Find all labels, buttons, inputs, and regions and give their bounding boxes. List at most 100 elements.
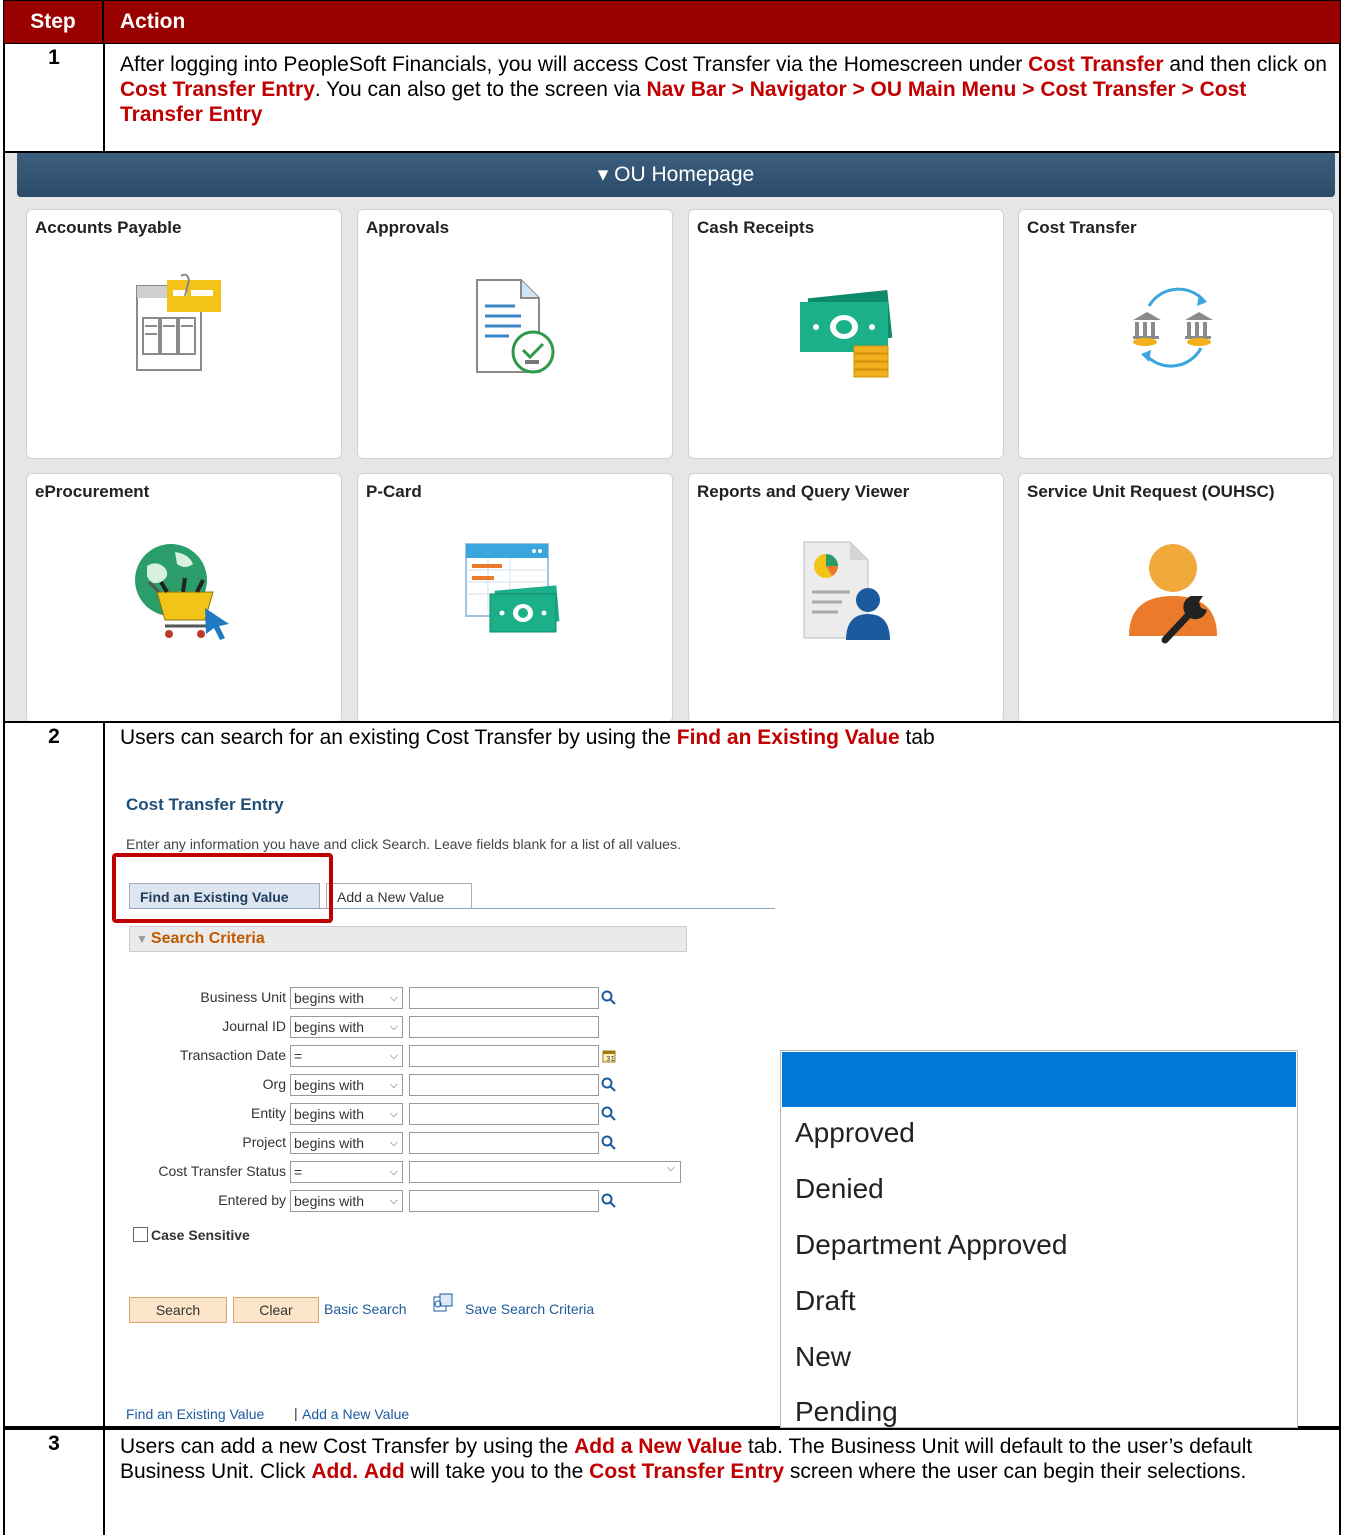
lookup-icon[interactable] <box>601 990 617 1006</box>
tile-title: eProcurement <box>35 482 150 501</box>
lookup-icon[interactable] <box>601 1135 617 1151</box>
person-wrench-icon <box>1129 544 1217 644</box>
business-unit-input[interactable] <box>409 987 599 1009</box>
tile-title: Service Unit Request (OUHSC) <box>1027 482 1275 501</box>
tile-title: Reports and Query Viewer <box>697 482 910 501</box>
chevron-down-icon: ⌵ <box>389 1108 398 1120</box>
status-dropdown-list[interactable]: Approved Denied Department Approved Draf… <box>780 1050 1298 1428</box>
cash-icon <box>800 289 893 378</box>
tile-accounts-payable[interactable]: Accounts Payable <box>26 209 342 459</box>
tile-title: Accounts Payable <box>35 218 182 237</box>
entity-input[interactable] <box>409 1103 599 1125</box>
step-number: 2 <box>5 723 105 1426</box>
bank-transfer-icon <box>1133 287 1213 368</box>
shopping-cart-globe-icon <box>135 544 229 640</box>
lookup-icon[interactable] <box>601 1077 617 1093</box>
project-input[interactable] <box>409 1132 599 1154</box>
tile-cash-receipts[interactable]: Cash Receipts <box>688 209 1004 459</box>
save-search-icon[interactable] <box>432 1293 454 1313</box>
tile-service-unit-request[interactable]: Service Unit Request (OUHSC) <box>1018 473 1334 721</box>
option-approved[interactable]: Approved <box>795 1117 915 1149</box>
calendar-icon[interactable]: 31 <box>601 1048 617 1064</box>
journal-id-operator[interactable]: begins with ⌵ <box>290 1016 403 1038</box>
svg-text:31: 31 <box>606 1055 615 1063</box>
selected-option-highlight[interactable] <box>782 1052 1296 1107</box>
option-department-approved[interactable]: Department Approved <box>795 1229 1067 1261</box>
label-entity: Entity <box>250 1105 286 1121</box>
invoice-icon <box>136 273 221 371</box>
approval-document-icon <box>476 279 555 374</box>
status-operator[interactable]: = ⌵ <box>290 1161 403 1183</box>
tab-add-new-value[interactable]: Add a New Value <box>326 883 472 909</box>
step-text: Users can search for an existing Cost Tr… <box>120 726 935 749</box>
tile-title: Cash Receipts <box>697 218 815 237</box>
option-denied[interactable]: Denied <box>795 1173 884 1205</box>
chevron-down-icon: ⌵ <box>389 1021 398 1033</box>
case-sensitive-checkbox[interactable]: Case Sensitive <box>133 1227 250 1243</box>
save-search-criteria-link[interactable]: Save Search Criteria <box>465 1301 594 1317</box>
footer-add-new-link[interactable]: Add a New Value <box>302 1406 409 1422</box>
tile-eprocurement[interactable]: eProcurement <box>26 473 342 721</box>
chevron-down-icon: ⌵ <box>389 1166 398 1178</box>
homepage-screenshot: ▾ OU Homepage Accounts Payable Approvals <box>3 153 1341 721</box>
step-text: Users can add a new Cost Transfer by usi… <box>120 1435 1253 1483</box>
tile-title: P-Card <box>366 482 422 501</box>
option-pending[interactable]: Pending <box>795 1396 898 1428</box>
project-operator[interactable]: begins with ⌵ <box>290 1132 403 1154</box>
chevron-down-icon: ⌵ <box>389 1137 398 1149</box>
step-number: 1 <box>5 44 105 151</box>
transaction-date-input[interactable] <box>409 1045 599 1067</box>
tile-reports-query-viewer[interactable]: Reports and Query Viewer <box>688 473 1004 721</box>
chevron-down-icon: ⌵ <box>389 1079 398 1091</box>
tile-title: Approvals <box>366 218 450 237</box>
business-unit-operator[interactable]: begins with ⌵ <box>290 987 403 1009</box>
search-criteria-section[interactable]: ▼ Search Criteria <box>129 926 687 952</box>
highlight-box <box>112 853 333 923</box>
label-org: Org <box>262 1076 286 1092</box>
clear-button[interactable]: Clear <box>233 1297 319 1323</box>
chevron-down-icon: ⌵ <box>389 1195 398 1207</box>
lookup-icon[interactable] <box>601 1106 617 1122</box>
search-button[interactable]: Search <box>129 1297 227 1323</box>
collapse-triangle-icon[interactable]: ▼ <box>136 932 148 946</box>
journal-id-input[interactable] <box>409 1016 599 1038</box>
entered-by-input[interactable] <box>409 1190 599 1212</box>
tile-cost-transfer[interactable]: Cost Transfer <box>1018 209 1334 459</box>
org-input[interactable] <box>409 1074 599 1096</box>
page-description: Enter any information you have and click… <box>126 836 681 852</box>
chevron-down-icon: ⌵ <box>666 1162 675 1174</box>
tile-title: Cost Transfer <box>1027 218 1137 237</box>
label-business-unit: Business Unit <box>200 989 286 1005</box>
footer-find-existing-link[interactable]: Find an Existing Value <box>126 1406 264 1422</box>
entered-by-operator[interactable]: begins with ⌵ <box>290 1190 403 1212</box>
step-3-row: 3 Users can add a new Cost Transfer by u… <box>3 1428 1341 1535</box>
basic-search-link[interactable]: Basic Search <box>324 1301 406 1317</box>
label-transaction-date: Transaction Date <box>179 1047 286 1063</box>
footer-separator: | <box>294 1405 298 1421</box>
header-action: Action <box>120 10 186 33</box>
chevron-down-icon: ⌵ <box>389 992 398 1004</box>
label-cost-transfer-status: Cost Transfer Status <box>158 1163 286 1179</box>
status-select[interactable]: ⌵ <box>409 1161 681 1183</box>
transaction-date-operator[interactable]: = ⌵ <box>290 1045 403 1067</box>
page-title: Cost Transfer Entry <box>126 795 284 814</box>
option-draft[interactable]: Draft <box>795 1285 856 1317</box>
table-header: Step Action <box>3 0 1341 44</box>
label-project: Project <box>242 1134 286 1150</box>
lookup-icon[interactable] <box>601 1193 617 1209</box>
step-number: 3 <box>5 1430 105 1535</box>
tile-approvals[interactable]: Approvals <box>357 209 673 459</box>
tile-p-card[interactable]: P-Card <box>357 473 673 721</box>
calendar-cash-icon <box>465 543 560 633</box>
option-new[interactable]: New <box>795 1341 851 1373</box>
step-1-row: 1 After logging into PeopleSoft Financia… <box>3 44 1341 153</box>
header-step: Step <box>4 1 104 43</box>
org-operator[interactable]: begins with ⌵ <box>290 1074 403 1096</box>
chevron-down-icon: ⌵ <box>389 1050 398 1062</box>
checkbox-box <box>133 1227 148 1242</box>
step-text: After logging into PeopleSoft Financials… <box>120 53 1327 126</box>
entity-operator[interactable]: begins with ⌵ <box>290 1103 403 1125</box>
label-entered-by: Entered by <box>218 1192 286 1208</box>
homepage-banner[interactable]: ▾ OU Homepage <box>17 153 1335 197</box>
report-user-icon <box>803 541 890 640</box>
